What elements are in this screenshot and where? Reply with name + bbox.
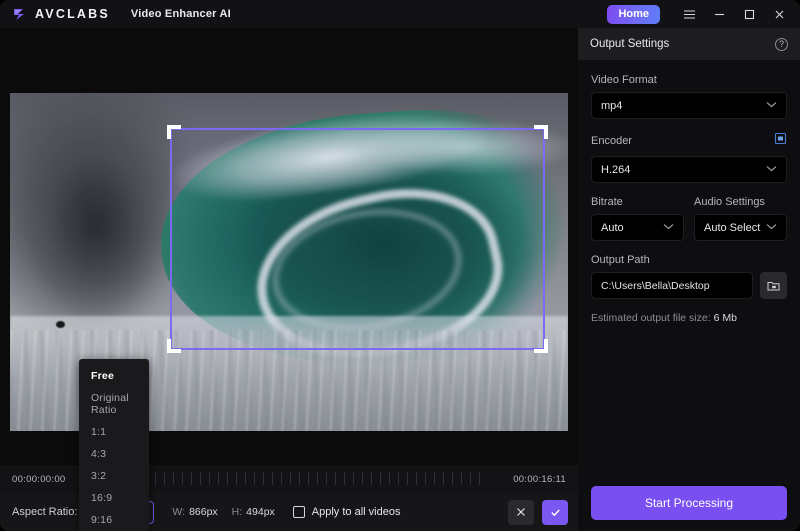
chevron-down-icon bbox=[663, 222, 674, 233]
ratio-option-4-3[interactable]: 4:3 bbox=[79, 443, 149, 465]
home-button[interactable]: Home bbox=[607, 4, 660, 24]
crop-height-field: H: 494px bbox=[232, 506, 275, 518]
hamburger-menu-icon[interactable] bbox=[674, 1, 704, 27]
folder-icon[interactable] bbox=[760, 272, 787, 299]
ratio-option-16-9[interactable]: 16:9 bbox=[79, 487, 149, 509]
product-name: Video Enhancer AI bbox=[130, 8, 231, 20]
title-bar: AVCLABS Video Enhancer AI Home bbox=[0, 0, 800, 28]
app-logo: AVCLABS Video Enhancer AI bbox=[0, 6, 231, 22]
chevron-down-icon bbox=[766, 222, 777, 233]
encoder-label: Encoder bbox=[591, 135, 632, 147]
video-crest-foam-2 bbox=[344, 113, 568, 181]
audio-settings-select[interactable]: Auto Select bbox=[694, 214, 787, 241]
timeline-end-time: 00:00:16:11 bbox=[513, 473, 566, 485]
encoder-field: Encoder H.264 bbox=[591, 132, 787, 183]
bitrate-value: Auto bbox=[601, 221, 624, 234]
avclabs-logo-icon bbox=[12, 6, 28, 22]
output-settings-header: Output Settings ? bbox=[578, 28, 800, 60]
output-settings-panel: Output Settings ? Video Format mp4 Encod… bbox=[578, 28, 800, 531]
gpu-chip-icon[interactable] bbox=[774, 132, 787, 150]
timeline-tick-marks bbox=[92, 472, 486, 485]
cancel-crop-button[interactable] bbox=[508, 499, 534, 525]
checkbox-icon[interactable] bbox=[292, 506, 305, 518]
ratio-option-original-ratio[interactable]: Original Ratio bbox=[79, 387, 149, 421]
ratio-option-free[interactable]: Free bbox=[79, 365, 149, 387]
audio-settings-field: Audio Settings Auto Select bbox=[694, 196, 787, 241]
aspect-ratio-label: Aspect Ratio: bbox=[12, 506, 78, 518]
bitrate-select[interactable]: Auto bbox=[591, 214, 684, 241]
crop-width-value[interactable]: 866px bbox=[189, 506, 218, 518]
crop-action-buttons bbox=[508, 499, 568, 525]
brand-name: AVCLABS bbox=[35, 7, 110, 21]
ratio-option-9-16[interactable]: 9:16 bbox=[79, 509, 149, 531]
ratio-option-3-2[interactable]: 3:2 bbox=[79, 465, 149, 487]
crop-width-field: W: 866px bbox=[172, 506, 217, 518]
close-icon[interactable] bbox=[764, 1, 794, 27]
crop-width-label: W: bbox=[172, 506, 186, 518]
crop-height-value[interactable]: 494px bbox=[246, 506, 275, 518]
crop-height-label: H: bbox=[231, 506, 243, 518]
bitrate-label: Bitrate bbox=[591, 196, 623, 208]
question-circle-icon[interactable]: ? bbox=[775, 37, 788, 51]
output-path-label: Output Path bbox=[591, 254, 650, 266]
audio-settings-label: Audio Settings bbox=[694, 196, 765, 208]
video-format-select[interactable]: mp4 bbox=[591, 92, 787, 119]
apply-to-all-videos-label: Apply to all videos bbox=[311, 506, 401, 518]
aspect-ratio-dropdown-menu[interactable]: Free Original Ratio 1:1 4:3 3:2 16:9 9:1… bbox=[79, 359, 149, 531]
estimated-file-size-label: Estimated output file size: bbox=[591, 312, 711, 324]
chevron-down-icon bbox=[766, 100, 777, 111]
bitrate-field: Bitrate Auto bbox=[591, 196, 684, 241]
video-format-field: Video Format mp4 bbox=[591, 74, 787, 119]
video-format-value: mp4 bbox=[601, 99, 623, 112]
output-settings-body: Video Format mp4 Encoder H.264 Bitrate A… bbox=[578, 60, 800, 324]
panel-title: Output Settings bbox=[590, 38, 670, 50]
encoder-select[interactable]: H.264 bbox=[591, 156, 787, 183]
output-path-field: Output Path C:\Users\Bella\Desktop bbox=[591, 254, 787, 299]
chevron-down-icon bbox=[766, 164, 777, 175]
estimated-file-size: Estimated output file size: 6 Mb bbox=[591, 312, 787, 324]
ratio-option-1-1[interactable]: 1:1 bbox=[79, 421, 149, 443]
confirm-crop-button[interactable] bbox=[542, 499, 568, 525]
estimated-file-size-value: 6 Mb bbox=[713, 312, 737, 324]
maximize-icon[interactable] bbox=[734, 1, 764, 27]
encoder-value: H.264 bbox=[601, 163, 631, 176]
video-format-label: Video Format bbox=[591, 74, 657, 86]
minimize-icon[interactable] bbox=[704, 1, 734, 27]
audio-settings-value: Auto Select bbox=[704, 221, 761, 234]
avclabs-video-enhancer-window: AVCLABS Video Enhancer AI Home Free Orig… bbox=[0, 0, 800, 531]
preview-stage: Free Original Ratio 1:1 4:3 3:2 16:9 9:1… bbox=[0, 28, 578, 531]
start-processing-button[interactable]: Start Processing bbox=[591, 486, 787, 520]
timeline-track[interactable] bbox=[92, 465, 486, 493]
window-controls: Home bbox=[607, 1, 800, 27]
bitrate-audio-row: Bitrate Auto Audio Settings Auto Select bbox=[591, 196, 787, 254]
apply-to-all-videos-checkbox[interactable]: Apply to all videos bbox=[292, 506, 401, 518]
output-path-input[interactable]: C:\Users\Bella\Desktop bbox=[591, 272, 753, 299]
